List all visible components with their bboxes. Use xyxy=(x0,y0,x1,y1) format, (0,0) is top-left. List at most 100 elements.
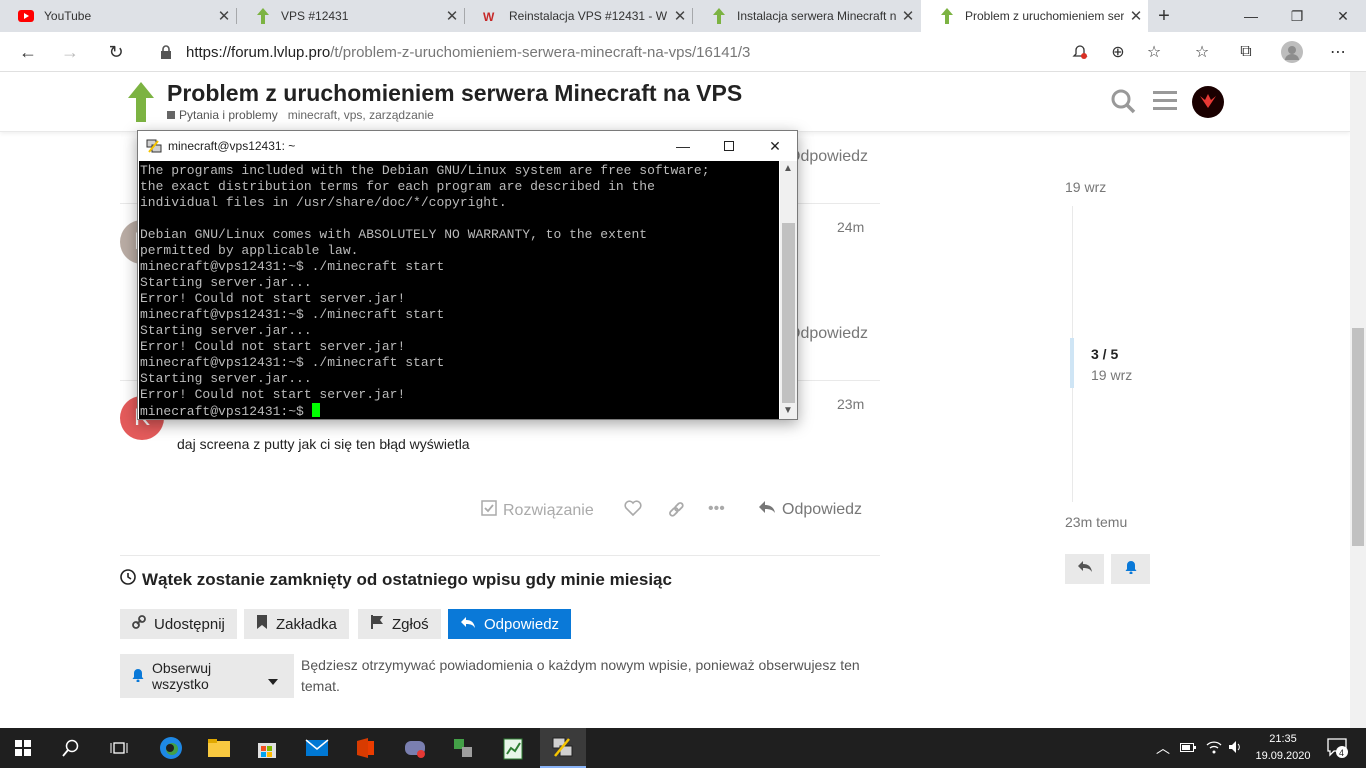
terminal-line: Starting server.jar... xyxy=(140,371,312,386)
windows-taskbar: ︿ 21:35 19.09.2020 4 xyxy=(0,728,1366,768)
tab-close-icon[interactable]: ✕ xyxy=(1124,7,1148,25)
reply-button-post3[interactable]: Odpowiedz xyxy=(758,500,862,519)
post-time[interactable]: 23m xyxy=(837,396,864,412)
solution-label: Rozwiązanie xyxy=(503,501,594,519)
minimize-button[interactable]: — xyxy=(1228,0,1274,32)
scroll-down-icon[interactable]: ▼ xyxy=(783,405,793,416)
putty-minimize-button[interactable]: — xyxy=(660,131,706,161)
notepad-plus-icon[interactable] xyxy=(490,728,536,768)
tab-close-icon[interactable]: ✕ xyxy=(668,7,692,25)
address-bar[interactable]: https://forum.lvlup.pro/t/problem-z-uruc… xyxy=(146,36,1176,68)
timeline-handle[interactable] xyxy=(1070,338,1074,388)
solution-button[interactable]: Rozwiązanie xyxy=(481,500,594,521)
game-app-icon[interactable] xyxy=(392,728,438,768)
action-center-icon[interactable]: 4 xyxy=(1326,736,1348,761)
tab-close-icon[interactable]: ✕ xyxy=(896,7,920,25)
lvlup-logo-icon[interactable] xyxy=(128,82,154,127)
putty-titlebar[interactable]: minecraft@vps12431: ~ — ✕ xyxy=(138,131,797,161)
bookmark-button[interactable]: Zakładka xyxy=(244,609,349,639)
file-explorer-icon[interactable] xyxy=(196,728,242,768)
putty-title: minecraft@vps12431: ~ xyxy=(168,139,296,153)
putty-scrollbar[interactable]: ▲ ▼ xyxy=(780,161,797,419)
terminal-line: minecraft@vps12431:~$ ./minecraft start xyxy=(140,307,445,322)
tab-reinstalacja[interactable]: W Reinstalacja VPS #12431 - WP ✕ xyxy=(465,0,692,32)
browser-toolbar: ← → ↻ https://forum.lvlup.pro/t/problem-… xyxy=(0,32,1366,72)
back-arrow-icon[interactable]: ← xyxy=(12,36,44,68)
battery-icon[interactable] xyxy=(1180,740,1196,756)
bell-icon xyxy=(1125,560,1137,579)
lock-icon[interactable] xyxy=(146,45,186,59)
share-button[interactable]: Udostępnij xyxy=(120,609,237,639)
terminal-output[interactable]: The programs included with the Debian GN… xyxy=(139,161,779,419)
terminal-prompt-line[interactable]: minecraft@vps12431:~$ xyxy=(140,403,779,419)
tab-youtube[interactable]: YouTube ✕ xyxy=(0,0,236,32)
profile-avatar-icon[interactable] xyxy=(1280,40,1304,64)
putty-maximize-button[interactable] xyxy=(706,131,752,161)
tab-instalacja[interactable]: Instalacja serwera Minecraft na ✕ xyxy=(693,0,920,32)
edge-browser-icon[interactable] xyxy=(148,728,194,768)
restore-button[interactable]: ❐ xyxy=(1274,0,1320,32)
new-tab-button[interactable]: + xyxy=(1150,0,1178,32)
favorites-icon[interactable]: ☆ xyxy=(1190,40,1214,64)
page-scrollbar[interactable] xyxy=(1350,72,1366,728)
office-icon[interactable] xyxy=(342,728,388,768)
tab-close-icon[interactable]: ✕ xyxy=(212,7,236,25)
timeline-notification-button[interactable] xyxy=(1111,554,1150,584)
reply-button-post2[interactable]: Odpowiedz xyxy=(788,325,868,343)
reply-arrow-icon xyxy=(1077,560,1093,578)
putty-taskbar-icon[interactable] xyxy=(540,728,586,768)
post-body: daj screena z putty jak ci się ten błąd … xyxy=(177,436,470,452)
more-actions-button[interactable]: ••• xyxy=(708,500,725,518)
putty-scrollbar-thumb[interactable] xyxy=(782,223,795,403)
terminal-line: Starting server.jar... xyxy=(140,323,312,338)
notification-bell-blocked-icon[interactable] xyxy=(1068,40,1092,64)
tab-close-icon[interactable]: ✕ xyxy=(440,7,464,25)
terminal-line: Starting server.jar... xyxy=(140,275,312,290)
reply-button-post1[interactable]: Odpowiedz xyxy=(788,148,868,166)
search-icon[interactable] xyxy=(48,728,94,768)
taskbar-clock[interactable]: 21:35 19.09.2020 xyxy=(1248,731,1318,765)
star-icon[interactable]: ☆ xyxy=(1142,40,1166,64)
search-icon[interactable] xyxy=(1110,88,1136,119)
task-view-icon[interactable] xyxy=(96,728,142,768)
mail-icon[interactable] xyxy=(294,728,340,768)
timeline-start-date[interactable]: 19 wrz xyxy=(1065,179,1106,195)
collections-icon[interactable]: ⧉ xyxy=(1234,40,1258,64)
putty-window[interactable]: minecraft@vps12431: ~ — ✕ The programs i… xyxy=(137,130,798,420)
scroll-up-icon[interactable]: ▲ xyxy=(783,163,793,174)
heart-icon[interactable] xyxy=(624,500,642,521)
refresh-icon[interactable]: ↻ xyxy=(100,36,132,68)
user-avatar[interactable] xyxy=(1192,86,1224,123)
close-window-button[interactable]: ✕ xyxy=(1320,0,1366,32)
topic-title[interactable]: Problem z uruchomieniem serwera Minecraf… xyxy=(167,80,742,107)
more-menu-icon[interactable]: ⋯ xyxy=(1326,40,1350,64)
wifi-icon[interactable] xyxy=(1206,740,1222,757)
store-icon[interactable] xyxy=(244,728,290,768)
putty-icon xyxy=(146,138,162,154)
post-time[interactable]: 24m xyxy=(837,219,864,235)
add-favorite-circle-icon[interactable]: ⊕ xyxy=(1106,40,1130,64)
reply-button-primary[interactable]: Odpowiedz xyxy=(448,609,572,639)
notification-level-dropdown[interactable]: Obserwuj wszystko xyxy=(120,654,294,698)
notification-description: Będziesz otrzymywać powiadomienia o każd… xyxy=(301,657,860,694)
timeline-end-label[interactable]: 23m temu xyxy=(1065,514,1127,530)
chevron-up-icon[interactable]: ︿ xyxy=(1156,738,1170,758)
windows-start-icon[interactable] xyxy=(0,728,46,768)
terminal-line: Error! Could not start server.jar! xyxy=(140,339,406,354)
network-tool-icon[interactable] xyxy=(440,728,486,768)
tab-problem-active[interactable]: Problem z uruchomieniem serw ✕ xyxy=(921,0,1148,32)
hamburger-menu-icon[interactable] xyxy=(1153,90,1177,117)
putty-close-button[interactable]: ✕ xyxy=(752,131,798,161)
tab-vps[interactable]: VPS #12431 ✕ xyxy=(237,0,464,32)
lvlup-arrow-icon xyxy=(939,8,955,24)
volume-icon[interactable] xyxy=(1228,740,1244,757)
page-scrollbar-thumb[interactable] xyxy=(1352,328,1364,546)
forward-arrow-icon[interactable]: → xyxy=(54,36,86,68)
link-icon[interactable] xyxy=(667,500,685,523)
tag-list[interactable]: minecraft, vps, zarządzanie xyxy=(288,108,434,122)
category-link[interactable]: Pytania i problemy xyxy=(179,108,278,122)
timeline-reply-button[interactable] xyxy=(1065,554,1104,584)
tab-title: YouTube xyxy=(44,9,92,23)
flag-button[interactable]: Zgłoś xyxy=(358,609,441,639)
